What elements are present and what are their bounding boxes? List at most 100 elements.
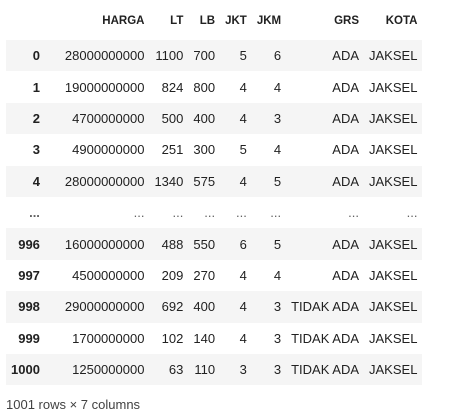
table-cell: 4: [273, 142, 282, 158]
table-cell: 28000000000: [64, 48, 145, 64]
table-row: 2 4700000000 500 400 4 3 ADA JAKSEL: [6, 102, 423, 135]
row-index: 997: [18, 267, 40, 283]
table-cell: JAKSEL: [369, 267, 418, 283]
table-cell: 400: [193, 299, 216, 315]
row-index: 0: [32, 48, 40, 64]
table-cell: 575: [193, 173, 216, 189]
row-index: 999: [18, 330, 40, 346]
table-cell: 3: [273, 362, 282, 378]
table-row: 0 28000000000 1100 700 5 6 ADA JAKSEL: [6, 40, 423, 72]
table-cell: 28000000000: [64, 173, 145, 189]
dataframe-output: HARGA LT LB JKT JKM GRS KOTA 0 2800000000…: [0, 2, 472, 412]
table-cell: ADA: [332, 142, 360, 158]
table-cell: 4: [239, 330, 247, 346]
table-cell: ADA: [332, 267, 360, 283]
column-header-lb: LB: [199, 15, 216, 27]
table-cell: 5: [273, 173, 282, 189]
table-cell: ...: [406, 205, 418, 221]
table-cell: 1340: [154, 173, 184, 189]
table-cell: ...: [235, 205, 247, 221]
table-cell: 400: [193, 110, 216, 126]
table-cell: 5: [239, 142, 247, 158]
table-cell: 6: [273, 48, 282, 64]
table-cell: JAKSEL: [369, 362, 418, 378]
table-body: 0 28000000000 1100 700 5 6 ADA JAKSEL 1 190000000…: [6, 40, 423, 386]
table-cell: TIDAK ADA: [291, 299, 360, 315]
table-row: 998 29000000000 692 400 4 3 TIDAK ADA JAKSEL: [6, 291, 423, 323]
table-cell: ADA: [332, 48, 360, 64]
table-cell: JAKSEL: [369, 110, 418, 126]
table-cell: ADA: [332, 236, 360, 252]
table-cell: 1250000000: [72, 362, 145, 378]
table-row: 1000 1250000000 63 110 3 3 TIDAK ADA JAKSEL: [6, 353, 423, 386]
table-cell: 19000000000: [64, 79, 145, 95]
table-cell: 102: [161, 330, 184, 346]
table-cell: TIDAK ADA: [291, 362, 360, 378]
shape-summary: 1001 rows × 7 columns: [6, 397, 141, 412]
table-cell: 4500000000: [72, 267, 145, 283]
table-row: 996 16000000000 488 550 6 5 ADA JAKSEL: [6, 228, 423, 260]
table-cell: 6: [239, 236, 247, 252]
table-cell: 4: [239, 267, 247, 283]
table-cell: 800: [193, 79, 216, 95]
table-cell: JAKSEL: [369, 48, 418, 64]
row-index: 1000: [11, 362, 40, 378]
header-row: HARGA LT LB JKT JKM GRS KOTA: [6, 2, 422, 40]
table-cell: 692: [161, 299, 184, 315]
table-cell: ...: [172, 205, 184, 221]
dataframe-table: HARGA LT LB JKT JKM GRS KOTA 0 2800000000…: [6, 2, 423, 386]
row-index: 1: [32, 79, 40, 95]
column-header-jkt: JKT: [225, 15, 247, 27]
row-index: ...: [29, 205, 40, 221]
column-header-jkm: JKM: [256, 15, 282, 27]
table-cell: 5: [273, 236, 282, 252]
table-cell: 488: [161, 236, 184, 252]
table-row: 999 1700000000 102 140 4 3 TIDAK ADA JAKSEL: [6, 322, 423, 354]
column-header-index: [6, 2, 60, 40]
table-cell: ADA: [332, 79, 360, 95]
row-index: 3: [32, 142, 40, 158]
table-cell: ...: [348, 205, 360, 221]
table-cell: 4: [239, 173, 247, 189]
table-cell: JAKSEL: [369, 330, 418, 346]
column-header-kota: KOTA: [385, 15, 418, 27]
table-cell: 4: [273, 79, 282, 95]
table-cell: 110: [194, 362, 216, 378]
table-cell: 5: [239, 48, 247, 64]
table-cell: 3: [273, 330, 282, 346]
table-cell: 16000000000: [64, 236, 145, 252]
column-header-harga: HARGA: [102, 15, 145, 27]
table-cell: 300: [193, 142, 216, 158]
table-cell: ...: [204, 205, 216, 221]
table-cell: JAKSEL: [369, 142, 418, 158]
table-cell: ADA: [332, 173, 360, 189]
column-header-lt: LT: [170, 15, 184, 27]
table-cell: 4: [239, 299, 247, 315]
table-cell: 500: [161, 110, 184, 126]
table-cell: 1100: [155, 48, 184, 64]
table-cell: ...: [133, 205, 145, 221]
table-cell: 3: [273, 110, 282, 126]
table-row: 3 4900000000 251 300 5 4 ADA JAKSEL: [6, 134, 423, 166]
row-index: 996: [18, 236, 40, 252]
table-header: HARGA LT LB JKT JKM GRS KOTA: [6, 2, 422, 40]
table-cell: 251: [161, 142, 184, 158]
table-cell: 29000000000: [64, 299, 145, 315]
table-cell: 3: [273, 299, 282, 315]
table-cell: ADA: [332, 110, 360, 126]
table-cell: 4: [273, 267, 282, 283]
table-cell: ...: [270, 205, 282, 221]
table-cell: 140: [193, 330, 216, 346]
table-cell: JAKSEL: [369, 173, 418, 189]
table-cell: 209: [161, 267, 184, 283]
table-cell: 63: [168, 362, 184, 378]
table-cell: 3: [239, 362, 247, 378]
row-index: 4: [32, 173, 40, 189]
table-row: 4 28000000000 1340 575 4 5 ADA JAKSEL: [6, 165, 423, 197]
ellipsis-row: ........................: [6, 196, 423, 229]
row-index: 998: [18, 299, 40, 315]
table-cell: 4: [239, 79, 247, 95]
table-cell: 824: [161, 79, 184, 95]
table-cell: 270: [193, 267, 216, 283]
table-cell: TIDAK ADA: [291, 330, 360, 346]
